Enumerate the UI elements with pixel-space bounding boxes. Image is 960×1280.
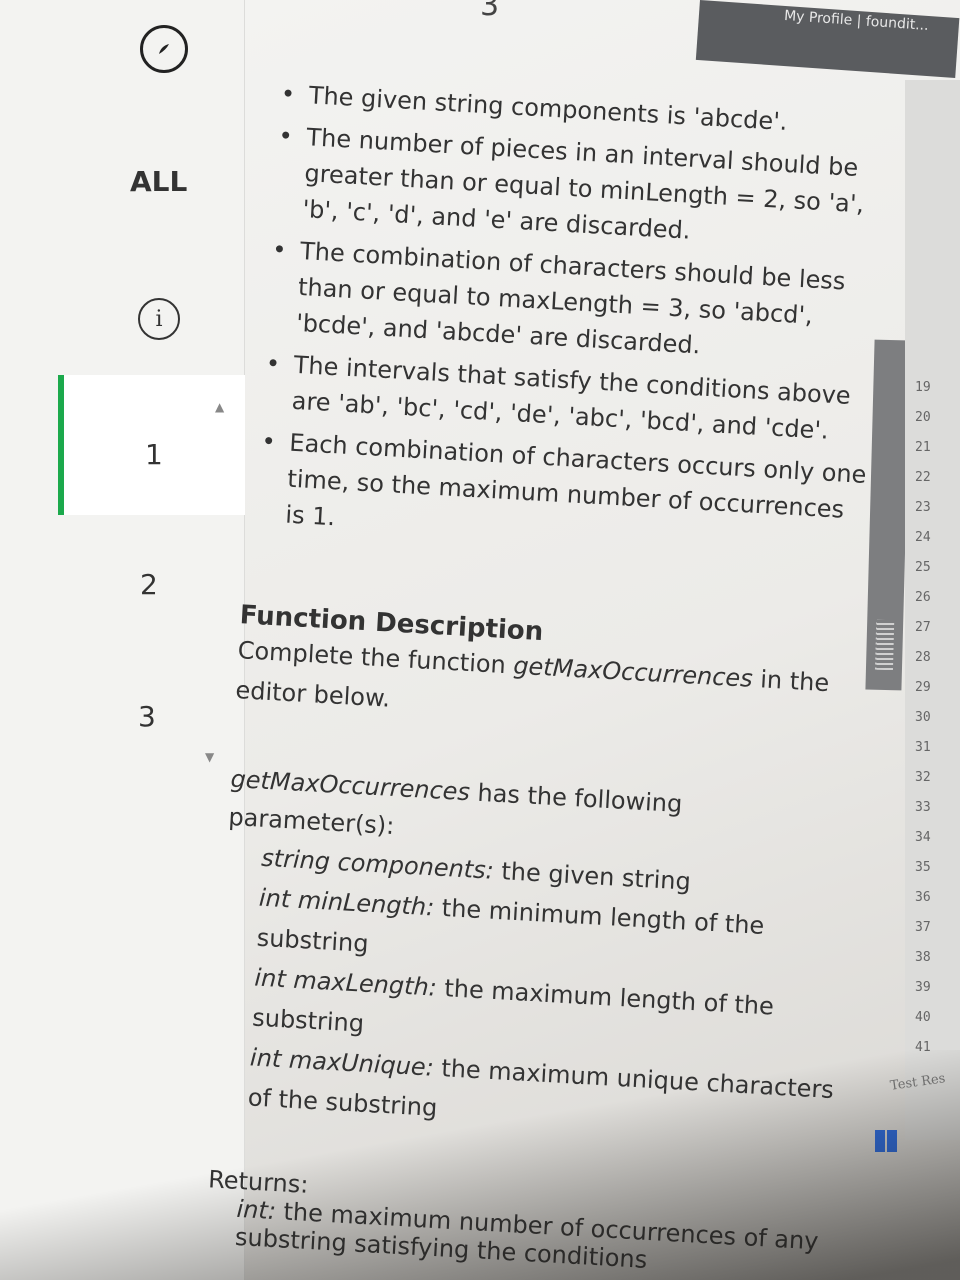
function-name: getMaxOccurrences — [512, 651, 754, 693]
line-number: 26 — [915, 590, 931, 605]
active-question-indicator — [58, 375, 64, 515]
top-heading-fragment: 3 — [480, 0, 500, 23]
line-number: 35 — [915, 860, 931, 875]
line-number: 23 — [915, 500, 931, 515]
sidebar-item-question-2[interactable]: 2 — [140, 568, 158, 601]
scroll-down-icon[interactable]: ▼ — [205, 750, 214, 764]
line-number: 21 — [915, 440, 931, 455]
problem-statement: The given string components is 'abcde'. … — [204, 75, 889, 1280]
line-number: 27 — [915, 620, 931, 635]
browser-tab-title: My Profile | foundit... — [783, 7, 930, 34]
line-number: 41 — [915, 1040, 931, 1055]
sidebar-item-all[interactable]: ALL — [130, 165, 187, 198]
screen: 3 My Profile | foundit... ALL i ▲ 1 2 3 … — [0, 0, 960, 1280]
line-number: 40 — [915, 1010, 931, 1025]
line-number: 34 — [915, 830, 931, 845]
scroll-up-icon[interactable]: ▲ — [215, 400, 224, 414]
line-number: 28 — [915, 650, 931, 665]
line-number: 31 — [915, 740, 931, 755]
line-number: 25 — [915, 560, 931, 575]
line-number: 32 — [915, 770, 931, 785]
panel-scrollbar[interactable] — [865, 339, 911, 691]
navigation-toggle-icon[interactable] — [140, 25, 188, 73]
code-editor-gutter[interactable]: 19 20 21 22 23 24 25 26 27 28 29 30 31 32 33 34 35 36 37 38… — [905, 80, 960, 1140]
line-number: 19 — [915, 380, 931, 395]
line-number: 39 — [915, 980, 931, 995]
explanation-list: The given string components is 'abcde'. … — [245, 75, 889, 565]
question-sidebar: ALL i ▲ 1 2 3 ▼ — [0, 0, 245, 1280]
line-number: 20 — [915, 410, 931, 425]
line-number: 24 — [915, 530, 931, 545]
line-number: 30 — [915, 710, 931, 725]
line-number: 29 — [915, 680, 931, 695]
splitter-grip-icon[interactable] — [874, 619, 895, 671]
line-number: 33 — [915, 800, 931, 815]
sidebar-item-question-1[interactable]: 1 — [145, 438, 163, 471]
sidebar-item-question-3[interactable]: 3 — [138, 700, 156, 733]
line-number: 36 — [915, 890, 931, 905]
browser-tab[interactable]: My Profile | foundit... — [695, 0, 960, 78]
line-number: 22 — [915, 470, 931, 485]
line-number: 38 — [915, 950, 931, 965]
line-number: 37 — [915, 920, 931, 935]
info-icon[interactable]: i — [138, 298, 180, 340]
windows-logo-icon[interactable] — [875, 1130, 897, 1152]
